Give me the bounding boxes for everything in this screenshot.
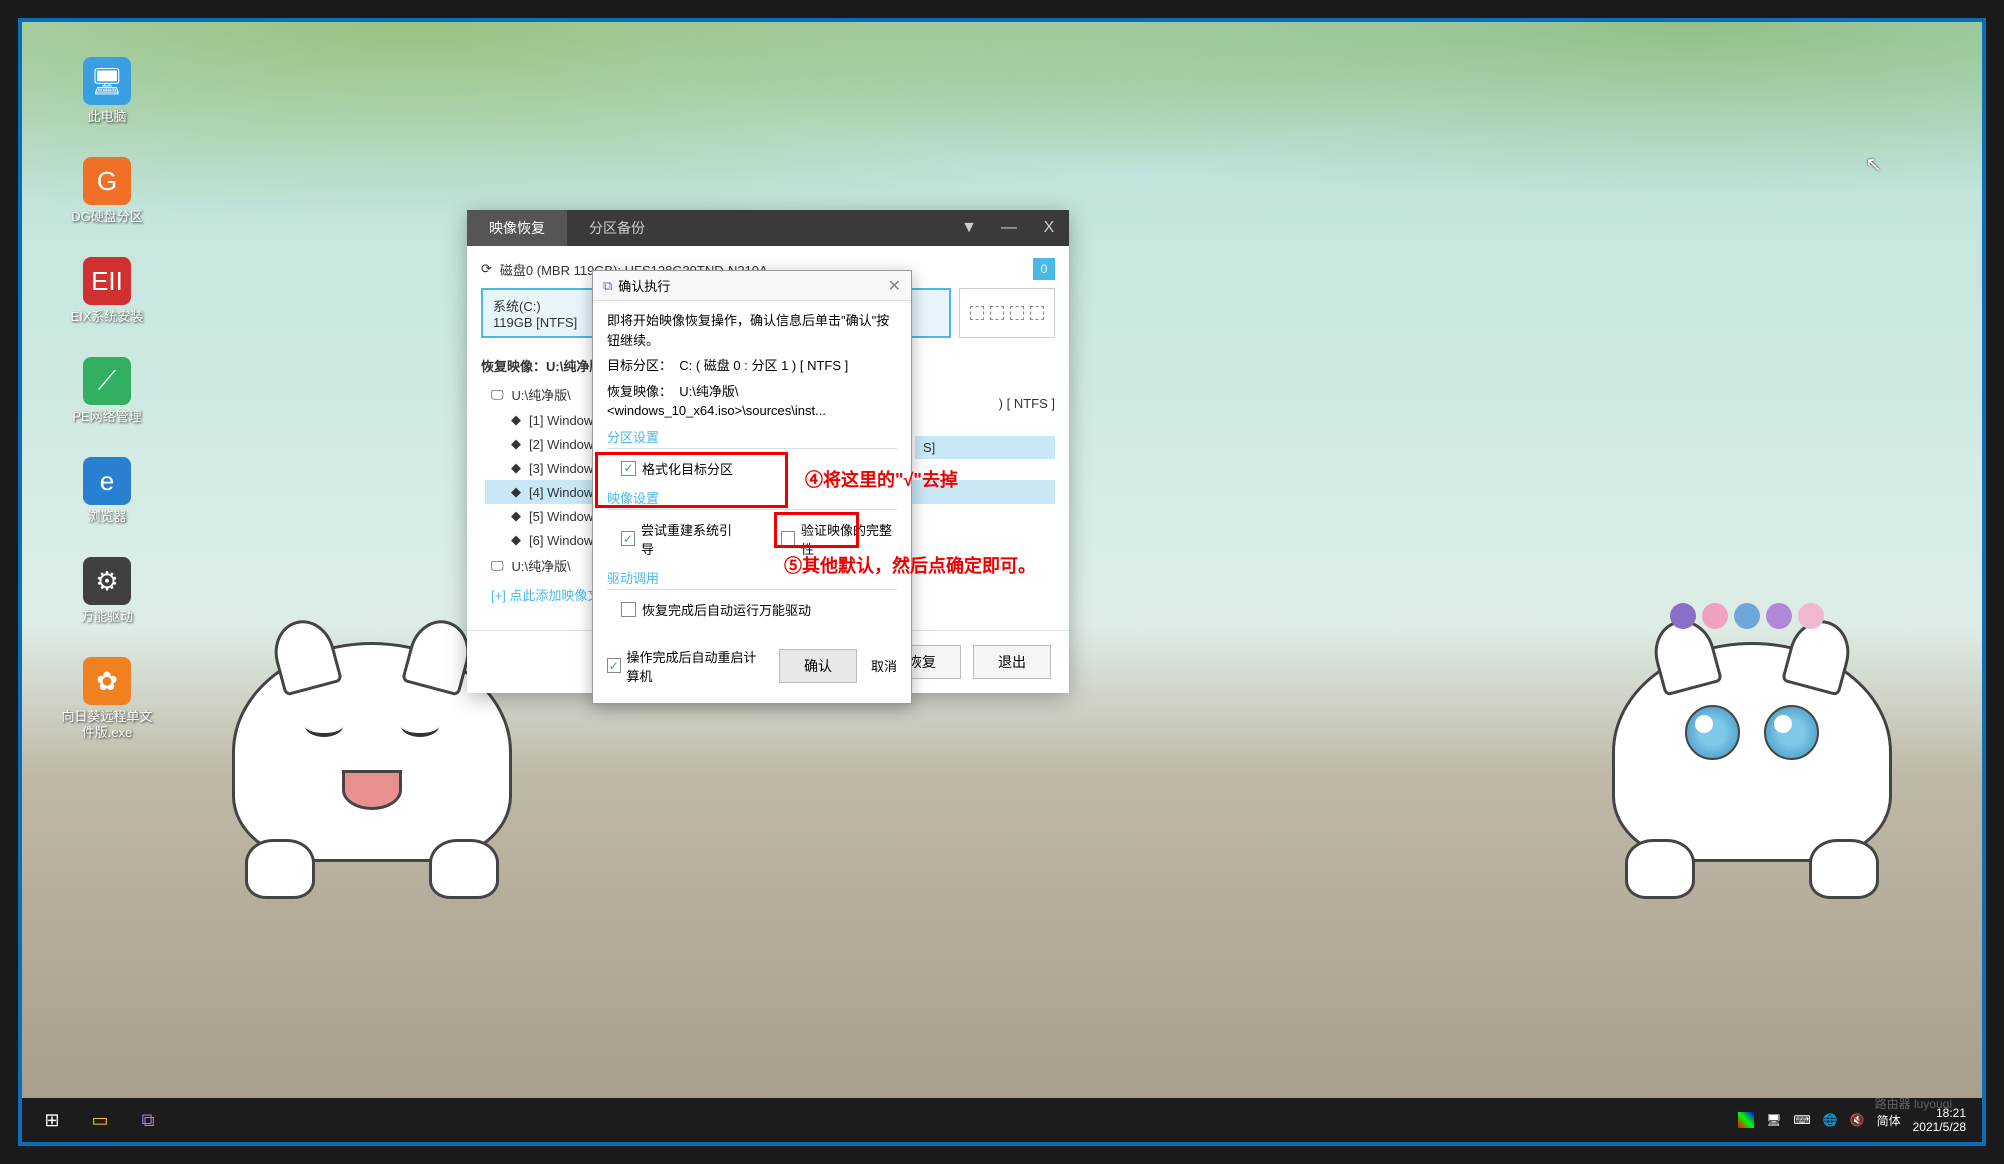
tree-item-label: U:\纯净版\: [512, 556, 571, 575]
desktop-icon-label: 万能驱动: [57, 609, 157, 625]
exit-button[interactable]: 退出: [973, 645, 1051, 679]
tab-partition-backup[interactable]: 分区备份: [567, 210, 667, 246]
desktop-icon-5[interactable]: ⚙ 万能驱动: [57, 557, 157, 647]
annotation-text-5: ⑤其他默认，然后点确定即可。: [784, 552, 1036, 578]
window-minimize-icon[interactable]: —: [989, 210, 1029, 246]
label-auto-run-driver: 恢复完成后自动运行万能驱动: [642, 600, 811, 619]
desktop-icon-1[interactable]: G DG硬盘分区: [57, 157, 157, 247]
section-partition-settings: 分区设置: [607, 427, 897, 449]
wallpaper-cat-right: [1582, 582, 1922, 862]
start-button[interactable]: ⊞: [28, 1098, 76, 1142]
checkbox-format-partition[interactable]: ✓: [621, 461, 636, 476]
taskbar-file-explorer[interactable]: ▭: [76, 1098, 124, 1142]
tree-item-label: U:\纯净版\: [512, 385, 571, 404]
taskbar-app[interactable]: ⧉: [124, 1098, 172, 1142]
desktop-icon-label: 浏览器: [57, 509, 157, 525]
desktop-icon-image: 🖥: [83, 57, 131, 105]
checkbox-rebuild-boot[interactable]: ✓: [621, 531, 635, 546]
desktop-icon-6[interactable]: ✿ 向日葵远程单文件版.exe: [57, 657, 157, 747]
cancel-button[interactable]: 取消: [871, 656, 897, 675]
tray-color-icon[interactable]: [1738, 1112, 1754, 1128]
taskbar: ⊞ ▭ ⧉ 🖥 ⌨ 🌐 🔇 简体 18:21 2021/5/28: [22, 1098, 1982, 1142]
tree-disk-icon: ◆: [511, 436, 521, 452]
recover-image-row: 恢复映像： U:\纯净版\<windows_10_x64.iso>\source…: [607, 382, 897, 421]
desktop-icon-4[interactable]: e 浏览器: [57, 457, 157, 547]
tree-disk-icon: ◆: [511, 412, 521, 428]
desktop-icon-2[interactable]: EII EIX系统安装: [57, 257, 157, 347]
label-format-partition: 格式化目标分区: [642, 459, 733, 478]
desktop-icon-3[interactable]: ⟋ PE网络管理: [57, 357, 157, 447]
desktop-icon-label: 向日葵远程单文件版.exe: [57, 709, 157, 740]
label-rebuild-boot: 尝试重建系统引导: [641, 520, 737, 558]
dialog-title: 确认执行: [618, 276, 670, 295]
tree-disk-icon: 🖵: [491, 387, 504, 403]
side-ntfs-label: ) [ NTFS ]: [999, 396, 1055, 411]
desktop-icon-image: ✿: [83, 657, 131, 705]
annotation-text-4: ④将这里的"√"去掉: [805, 466, 958, 492]
desktop-icon-image: G: [83, 157, 131, 205]
desktop-icon-label: EIX系统安装: [57, 309, 157, 325]
dialog-close-icon[interactable]: ✕: [888, 276, 901, 296]
window-titlebar: 映像恢复 分区备份 ▼ — X: [467, 210, 1069, 246]
confirm-button[interactable]: 确认: [779, 649, 857, 683]
checkbox-auto-reboot[interactable]: ✓: [607, 658, 621, 673]
target-partition-row: 目标分区： C: ( 磁盘 0 : 分区 1 ) [ NTFS ]: [607, 356, 897, 376]
desktop-icon-image: ⚙: [83, 557, 131, 605]
desktop-icon-label: DG硬盘分区: [57, 209, 157, 225]
tray-volume-icon[interactable]: 🔇: [1850, 1113, 1865, 1127]
taskbar-language[interactable]: 简体: [1877, 1112, 1901, 1129]
watermark: 路由器 luyouqi: [1875, 1095, 1952, 1112]
checkbox-auto-run-driver[interactable]: [621, 602, 636, 617]
tree-disk-icon: ◆: [511, 508, 521, 524]
tab-image-restore[interactable]: 映像恢复: [467, 210, 567, 246]
tree-disk-icon: ◆: [511, 484, 521, 500]
tray-network-icon[interactable]: 🌐: [1823, 1113, 1838, 1127]
side-selected-item[interactable]: S]: [915, 436, 1055, 459]
label-auto-reboot: 操作完成后自动重启计算机: [627, 647, 765, 685]
desktop-icon-image: ⟋: [83, 357, 131, 405]
tray-device-icon[interactable]: 🖥: [1766, 1113, 1781, 1127]
disk-index-badge: 0: [1033, 258, 1055, 280]
window-dropdown-icon[interactable]: ▼: [949, 210, 989, 246]
desktop-icon-0[interactable]: 🖥 此电脑: [57, 57, 157, 147]
tree-disk-icon: 🖵: [491, 558, 504, 574]
desktop-icon-label: 此电脑: [57, 109, 157, 125]
dialog-app-icon: ⧉: [603, 278, 612, 294]
desktop-icon-image: e: [83, 457, 131, 505]
window-close-icon[interactable]: X: [1029, 210, 1069, 246]
tray-keyboard-icon[interactable]: ⌨: [1793, 1113, 1810, 1127]
disk-refresh-icon[interactable]: ⟳: [481, 261, 492, 277]
tree-disk-icon: ◆: [511, 532, 521, 548]
partition-empty-slots[interactable]: [959, 288, 1055, 338]
checkbox-verify-image[interactable]: [781, 531, 795, 546]
tree-disk-icon: ◆: [511, 460, 521, 476]
dialog-message: 即将开始映像恢复操作，确认信息后单击"确认"按钮继续。: [607, 311, 897, 350]
desktop-icon-label: PE网络管理: [57, 409, 157, 425]
desktop-icon-image: EII: [83, 257, 131, 305]
